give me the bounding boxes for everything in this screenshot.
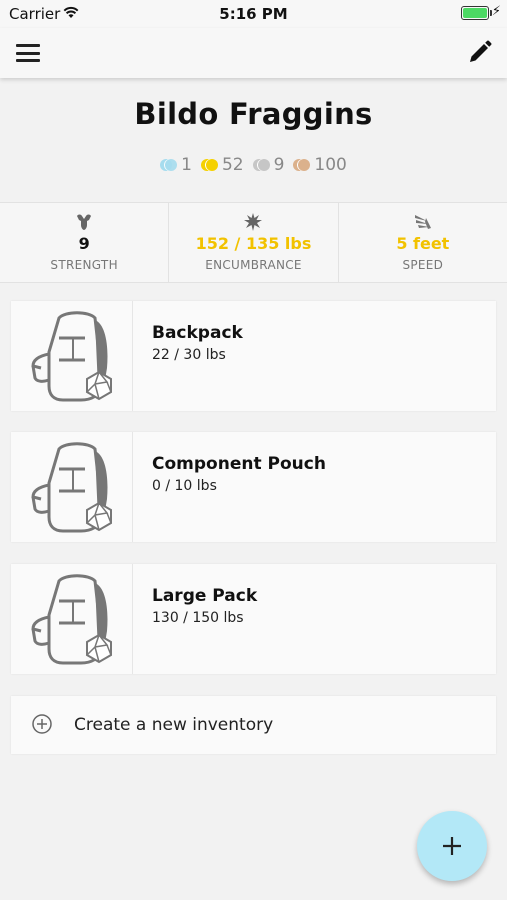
plus-icon (443, 837, 461, 855)
coin-silver: 9 (252, 155, 285, 175)
stat-speed[interactable]: 5 feet SPEED (337, 203, 507, 282)
stat-encumbrance[interactable]: 152 / 135 lbs ENCUMBRANCE (168, 203, 338, 282)
coin-value: 100 (314, 155, 347, 175)
pencil-edit-icon[interactable] (465, 39, 493, 67)
inventory-card-component-pouch[interactable]: Component Pouch 0 / 10 lbs (11, 432, 496, 542)
backpack-icon (31, 442, 112, 533)
coin-icon (252, 159, 270, 171)
battery-icon (461, 6, 492, 20)
speed-value: 5 feet (396, 234, 450, 253)
flexing-arm-icon (77, 214, 92, 230)
inventory-capacity: 130 / 150 lbs (152, 610, 244, 626)
coin-icon (160, 159, 178, 171)
inventory-card-backpack[interactable]: Backpack 22 / 30 lbs (11, 301, 496, 411)
backpack-icon (31, 311, 112, 402)
clock: 5:16 PM (219, 5, 288, 23)
coin-value: 52 (221, 155, 244, 175)
hamburger-menu-icon[interactable] (16, 44, 40, 62)
inventory-capacity: 0 / 10 lbs (152, 478, 217, 494)
strength-value: 9 (78, 234, 90, 253)
coin-purse: 1 52 9 100 (0, 155, 507, 175)
stats-row: 9 STRENGTH 152 / 135 lbs ENCUMBRANCE 5 f… (0, 202, 507, 283)
speed-label: SPEED (402, 258, 444, 272)
inventory-image (11, 432, 133, 542)
character-name: Bildo Fraggins (134, 97, 373, 131)
encumbrance-label: ENCUMBRANCE (205, 258, 302, 272)
coin-value: 9 (273, 155, 285, 175)
add-fab-button[interactable] (417, 811, 487, 881)
inventory-card-large-pack[interactable]: Large Pack 130 / 150 lbs (11, 564, 496, 674)
navigation-bar (0, 28, 507, 78)
backpack-icon (31, 574, 112, 665)
inventory-capacity: 22 / 30 lbs (152, 347, 226, 363)
inventory-name: Backpack (152, 323, 243, 343)
create-inventory-button[interactable]: Create a new inventory (11, 696, 496, 754)
coin-gold: 52 (200, 155, 244, 175)
inventory-name: Large Pack (152, 586, 258, 606)
inventory-image (11, 301, 133, 411)
coin-icon (200, 159, 218, 171)
coin-value: 1 (181, 155, 192, 175)
encumbrance-value: 152 / 135 lbs (195, 234, 312, 253)
status-bar: Carrier 5:16 PM ⚡ (0, 0, 507, 28)
circle-plus-icon (32, 714, 52, 734)
create-inventory-label: Create a new inventory (74, 715, 274, 735)
weight-burst-icon (244, 213, 263, 231)
winged-foot-icon (414, 215, 431, 229)
charging-bolt-icon: ⚡ (491, 4, 501, 19)
inventory-name: Component Pouch (152, 454, 326, 474)
coin-icon (293, 159, 311, 171)
strength-label: STRENGTH (50, 258, 118, 272)
inventory-image (11, 564, 133, 674)
coin-platinum: 1 (160, 155, 192, 175)
coin-copper: 100 (293, 155, 347, 175)
stat-strength[interactable]: 9 STRENGTH (0, 203, 169, 282)
